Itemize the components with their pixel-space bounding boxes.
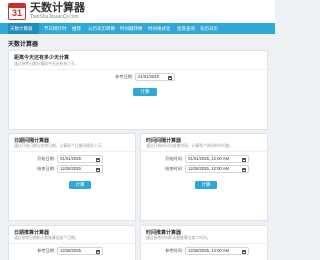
nav-item-recommend[interactable]: 推荐	[70, 23, 83, 34]
card-divider	[9, 69, 267, 70]
date-interval-card: 日期间隔计算器 通过开始日期与结束日期，计算两个日期间隔多少天。 开始日期: 0…	[8, 133, 136, 221]
countdown-card-title: 距离今天还有多少天计算	[14, 55, 70, 61]
nav-item-lunar-calendar[interactable]: 农历日历	[198, 23, 220, 34]
reference-date-value: 01/01/2025	[138, 74, 159, 79]
start-date-label: 开始日期:	[37, 156, 55, 161]
date-interval-calculate-button[interactable]: 计算	[69, 181, 91, 189]
end-date-label: 结束日期:	[37, 166, 55, 171]
logo-day: 31	[11, 8, 22, 18]
calendar-icon[interactable]	[96, 157, 100, 162]
site-url: TianShuJisuanQi.com	[30, 14, 79, 20]
card-divider	[9, 151, 135, 152]
calendar-icon[interactable]	[168, 75, 172, 80]
countdown-calculate-button[interactable]: 计算	[133, 88, 157, 96]
card-divider	[9, 243, 135, 244]
date-push-reference-label: 参考日期:	[37, 248, 55, 253]
main-nav: 天数计算器 节日倒计时 推荐 公历农历转换 时间戳转换 时间格式化 星座查询 农…	[0, 23, 275, 34]
time-push-reference-value: 12/28/2025, 12:00 AM	[188, 248, 229, 253]
date-push-reference-value: 12/28/2025	[60, 248, 81, 253]
reference-date-input[interactable]: 01/01/2025	[135, 73, 175, 81]
start-time-label: 开始时间:	[165, 156, 183, 161]
time-interval-calculate-button[interactable]: 计算	[195, 181, 217, 189]
nav-item-time-format[interactable]: 时间格式化	[146, 23, 173, 34]
nav-item-zodiac[interactable]: 星座查询	[175, 23, 197, 34]
date-push-card-desc: 通过参考日期和天数推算出某个日期。	[14, 236, 79, 240]
calendar-icon[interactable]	[242, 157, 246, 162]
time-push-card-desc: 通过参考时间和天数推算出某个时间。	[146, 236, 211, 240]
calendar-icon[interactable]	[242, 167, 246, 172]
date-push-reference-input[interactable]: 12/28/2025	[57, 247, 103, 255]
calendar-icon[interactable]	[242, 249, 246, 254]
end-time-value: 12/28/2025, 12:00 AM	[188, 166, 229, 171]
nav-item-lunar-converter[interactable]: 公历农历转换	[86, 23, 117, 34]
calendar-logo-icon[interactable]: 31	[8, 3, 26, 20]
end-date-input[interactable]: 12/28/2025	[57, 165, 103, 173]
calendar-icon[interactable]	[96, 167, 100, 172]
nav-item-timestamp[interactable]: 时间戳转换	[118, 23, 145, 34]
site-header: 31 天数计算器 TianShuJisuanQi.com	[0, 0, 275, 23]
reference-date-label: 参考日期:	[115, 74, 133, 79]
calendar-icon[interactable]	[96, 249, 100, 254]
site-title[interactable]: 天数计算器	[30, 2, 85, 14]
time-push-reference-input[interactable]: 12/28/2025, 12:00 AM	[185, 247, 249, 255]
end-time-input[interactable]: 12/28/2025, 12:00 AM	[185, 165, 249, 173]
nav-item-holiday-countdown[interactable]: 节日倒计时	[42, 23, 69, 34]
start-time-input[interactable]: 01/01/2025, 12:00 AM	[185, 155, 249, 163]
time-push-reference-label: 参考时间:	[165, 248, 183, 253]
start-date-input[interactable]: 01/01/2025	[57, 155, 103, 163]
card-divider	[141, 243, 267, 244]
start-date-value: 01/01/2025	[60, 156, 81, 161]
end-date-value: 12/28/2025	[60, 166, 81, 171]
time-push-card: 时间推算计算器 通过参考时间和天数推算出某个时间。 参考时间: 12/28/20…	[140, 225, 268, 260]
card-divider	[141, 151, 267, 152]
nav-item-days-calculator[interactable]: 天数计算器	[8, 23, 39, 34]
end-time-label: 结束时间:	[165, 166, 183, 171]
time-interval-card: 时间间隔计算器 通过开始时间与结束时间，计算两个时间的时间差。 开始时间: 01…	[140, 133, 268, 221]
date-interval-card-desc: 通过开始日期与结束日期，计算两个日期间隔多少天。	[14, 144, 106, 148]
countdown-card-desc: 通过参考日期计算距今天还有多少天。	[14, 62, 79, 66]
time-interval-card-desc: 通过开始时间与结束时间，计算两个时间的时间差。	[146, 144, 234, 148]
section-title: 天数计算器	[8, 42, 39, 48]
date-push-card: 日期推算计算器 通过参考日期和天数推算出某个日期。 参考日期: 12/28/20…	[8, 225, 136, 260]
countdown-card: 距离今天还有多少天计算 通过参考日期计算距今天还有多少天。 参考日期: 01/0…	[8, 50, 268, 130]
start-time-value: 01/01/2025, 12:00 AM	[188, 156, 229, 161]
